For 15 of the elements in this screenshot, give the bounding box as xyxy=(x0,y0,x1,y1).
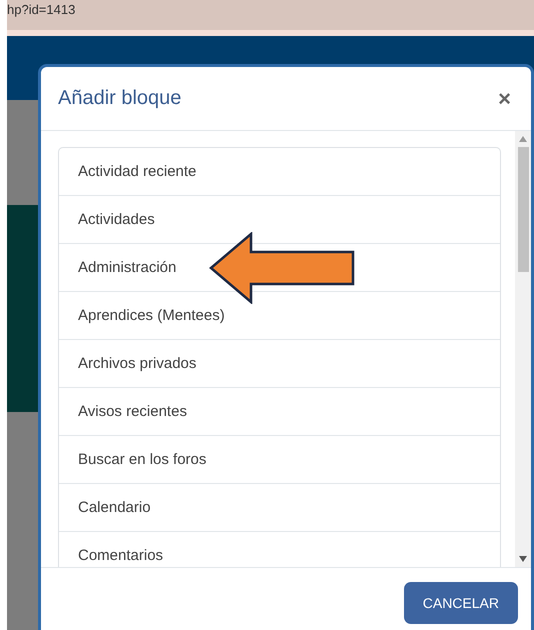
block-item[interactable]: Actividad reciente xyxy=(59,148,500,196)
scroll-up-icon[interactable] xyxy=(519,136,527,142)
close-button[interactable]: × xyxy=(494,86,515,112)
block-item[interactable]: Buscar en los foros xyxy=(59,436,500,484)
block-item[interactable]: Comentarios xyxy=(59,532,500,567)
block-item[interactable]: Archivos privados xyxy=(59,340,500,388)
url-text: hp?id=1413 xyxy=(7,2,76,16)
address-bar[interactable]: hp?id=1413 xyxy=(7,0,534,30)
cancel-button[interactable]: CANCELAR xyxy=(404,582,518,624)
scroll-down-icon[interactable] xyxy=(519,556,527,562)
block-item[interactable]: Calendario xyxy=(59,484,500,532)
scroll-thumb[interactable] xyxy=(518,147,528,272)
block-item[interactable]: Avisos recientes xyxy=(59,388,500,436)
dialog-title: Añadir bloque xyxy=(58,87,182,110)
scrollbar[interactable] xyxy=(515,131,531,567)
